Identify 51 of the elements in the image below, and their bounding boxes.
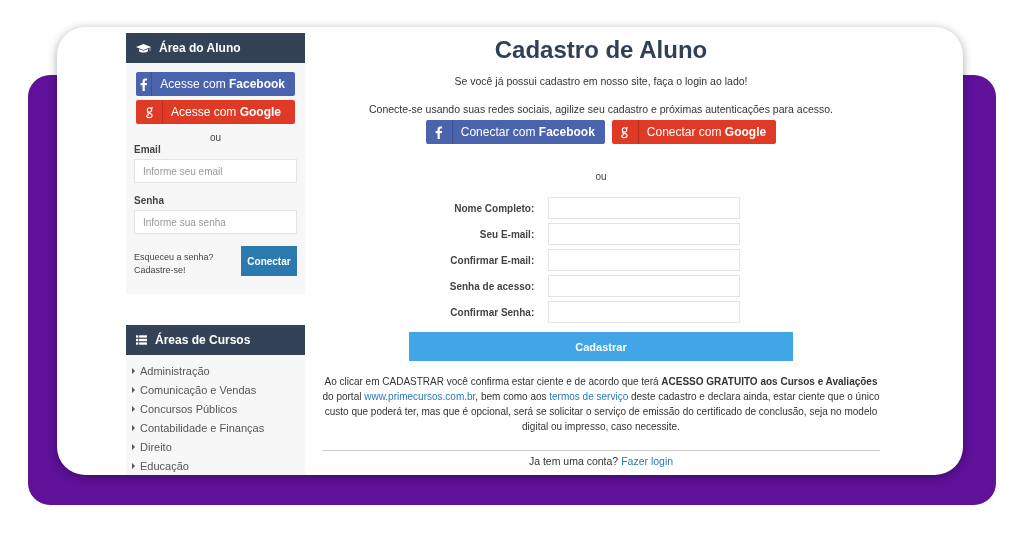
google-button[interactable]: Conectar com Google — [611, 120, 777, 144]
course-link[interactable]: Educação — [140, 459, 189, 472]
link[interactable]: Cadastre-se! — [134, 265, 214, 275]
input-field[interactable]: Informe sua senha — [134, 210, 297, 234]
link[interactable]: termos de serviço — [549, 391, 629, 402]
field-label: Email — [134, 144, 162, 155]
input-field[interactable] — [548, 197, 741, 219]
course-link[interactable]: Contabilidade e Finanças — [140, 421, 265, 434]
separator-text: ou — [595, 171, 607, 182]
page-title: Cadastro de Aluno — [494, 36, 708, 64]
caret-icon — [132, 443, 135, 450]
facebook-button[interactable]: Conectar com Facebook — [425, 120, 605, 144]
field-label: Confirmar Senha: — [449, 306, 535, 318]
graduation-cap-icon — [136, 42, 151, 54]
input-field[interactable]: Informe seu email — [134, 159, 297, 183]
input-field[interactable] — [548, 249, 741, 271]
separator-text: ou — [208, 132, 223, 143]
intro-text: Se você já possui cadastro em nosso site, faça o login ao lado! — [454, 75, 748, 87]
caret-icon — [132, 424, 135, 431]
caret-icon — [132, 405, 135, 412]
course-link[interactable]: Administração — [140, 364, 210, 377]
login-link[interactable]: Fazer login — [621, 455, 674, 467]
input-field[interactable] — [548, 223, 741, 245]
link[interactable]: Esqueceu a senha? — [134, 252, 214, 262]
social-text: Conecte-se usando suas redes sociais, agilize seu cadastro e próximas autenticações para acesso. — [369, 103, 833, 115]
caret-icon — [132, 367, 135, 374]
field-label: Confirmar E-mail: — [449, 254, 535, 266]
caret-icon — [132, 462, 135, 469]
facebook-button[interactable]: Acesse com Facebook — [136, 72, 295, 96]
field-label: Senha — [134, 195, 165, 206]
google-icon — [620, 124, 630, 140]
facebook-icon — [139, 76, 149, 92]
caret-icon — [132, 386, 135, 393]
panel-title: Área do Aluno — [159, 41, 241, 55]
course-link[interactable]: Concursos Públicos — [140, 402, 238, 415]
course-link[interactable]: Direito — [140, 440, 172, 453]
field-label: Seu E-mail: — [478, 228, 535, 240]
input-field[interactable] — [548, 301, 741, 323]
panel-title: Áreas de Cursos — [155, 333, 251, 347]
field-label: Nome Completo: — [453, 202, 535, 214]
terms-text: Ao clicar em CADASTRAR você confirma estar ciente e de acordo que terá ACESSO GRATUITO aos Cursos e Avaliações do portal www.primecursos.com.br, bem como aos termos de serviço deste cadastro e declara ainda, estar ciente que o único custo que poderá ter, mas que é opcional, será se solicitar o serviço de emissão do certificado de conclusão, seja no modelo digital ou impresso, caso necessite. — [321, 375, 881, 434]
facebook-icon — [434, 124, 444, 140]
link[interactable]: www.primecursos.com.br — [364, 391, 476, 402]
login-button[interactable]: Conectar — [241, 246, 297, 276]
input-field[interactable] — [548, 275, 741, 297]
course-link[interactable]: Comunicação e Vendas — [140, 383, 257, 396]
field-label: Senha de acesso: — [449, 280, 535, 292]
google-icon — [144, 104, 154, 120]
list-icon — [136, 335, 147, 345]
footer-text: Ja tem uma conta? — [528, 455, 619, 467]
google-button[interactable]: Acesse com Google — [136, 100, 295, 124]
